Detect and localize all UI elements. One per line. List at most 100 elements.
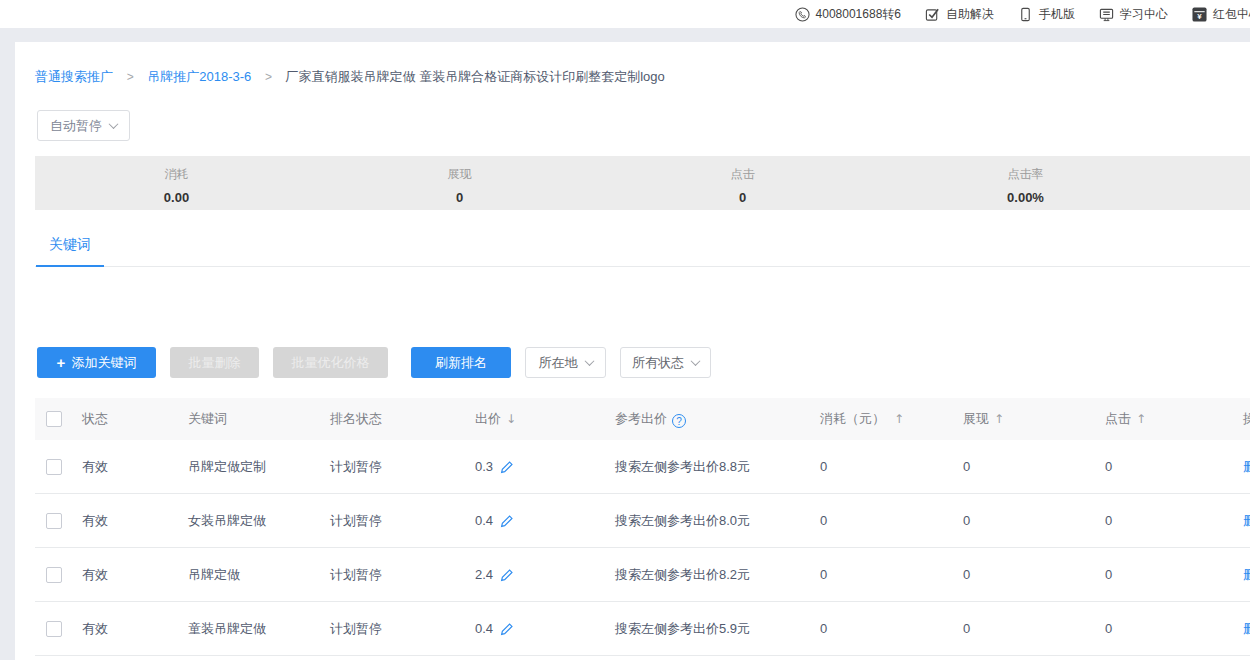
cell-rank-status: 计划暂停 (330, 566, 475, 584)
phone-number: 4008001688转6 (816, 6, 901, 23)
page-background: 普通搜索推广 > 吊牌推广2018-3-6 > 厂家直销服装吊牌定做 童装吊牌合… (0, 28, 1250, 660)
sort-desc-icon[interactable]: ↓ (506, 412, 516, 426)
auto-pause-dropdown[interactable]: 自动暂停 (37, 110, 130, 141)
breadcrumb-separator: > (265, 70, 272, 84)
toolbar: + 添加关键词 批量删除 批量优化价格 刷新排名 所在地 所有状态 (37, 347, 1250, 378)
edit-bid-icon[interactable] (500, 568, 514, 582)
svg-text:¥: ¥ (1197, 12, 1202, 21)
table-header-row: 状态 关键词 排名状态 出价↓ 参考出价? 消耗（元）↑ 展现↑ 点击↑ 操作 (35, 398, 1250, 440)
edit-bid-icon[interactable] (500, 514, 514, 528)
stat-cost: 消耗 0.00 (35, 156, 318, 210)
sort-asc-icon[interactable]: ↑ (1136, 412, 1146, 426)
red-packet-label: 红包中心 (1213, 6, 1250, 23)
cell-status: 有效 (82, 512, 188, 530)
row-checkbox[interactable] (46, 567, 62, 583)
select-all-checkbox[interactable] (46, 411, 62, 427)
chevron-down-icon (584, 356, 594, 366)
cell-ref-bid: 搜索左侧参考出价5.9元 (615, 620, 820, 638)
status-filter-label: 所有状态 (632, 354, 684, 372)
header-bid[interactable]: 出价↓ (475, 410, 615, 428)
stat-value: 0.00% (884, 190, 1167, 205)
keywords-table: 状态 关键词 排名状态 出价↓ 参考出价? 消耗（元）↑ 展现↑ 点击↑ 操作 … (35, 398, 1250, 656)
stat-ctr: 点击率 0.00% (884, 156, 1167, 210)
red-packet-link[interactable]: ¥ 红包中心 (1192, 6, 1250, 23)
cell-impressions: 0 (963, 621, 1105, 636)
tab-bar: 关键词 (35, 230, 1250, 267)
table-row: 有效 吊牌定做定制 计划暂停 0.3 搜索左侧参考出价8.8元 0 0 0 删除 (35, 440, 1250, 494)
mobile-version-link[interactable]: 手机版 (1018, 6, 1075, 23)
stat-value: 0 (318, 190, 601, 205)
plus-icon: + (57, 354, 66, 371)
delete-link[interactable]: 删除 (1243, 567, 1250, 582)
header-status: 状态 (82, 410, 188, 428)
breadcrumb-campaign-type[interactable]: 普通搜索推广 (35, 69, 113, 84)
sort-asc-icon[interactable]: ↑ (994, 412, 1004, 426)
breadcrumb-current-unit: 厂家直销服装吊牌定做 童装吊牌合格证商标设计印刷整套定制logo (286, 69, 665, 84)
cell-bid: 2.4 (475, 567, 493, 582)
cell-keyword: 吊牌定做定制 (188, 458, 330, 476)
cell-ref-bid: 搜索左侧参考出价8.0元 (615, 512, 820, 530)
location-filter-label: 所在地 (539, 354, 578, 372)
edit-bid-icon[interactable] (500, 460, 514, 474)
location-filter-dropdown[interactable]: 所在地 (525, 347, 606, 378)
cell-ref-bid: 搜索左侧参考出价8.8元 (615, 458, 820, 476)
cell-cost: 0 (820, 459, 963, 474)
phone-icon (795, 7, 810, 22)
delete-link[interactable]: 删除 (1243, 513, 1250, 528)
cell-impressions: 0 (963, 459, 1105, 474)
delete-link[interactable]: 删除 (1243, 621, 1250, 636)
help-icon[interactable]: ? (672, 414, 686, 428)
cell-impressions: 0 (963, 513, 1105, 528)
status-filter-dropdown[interactable]: 所有状态 (620, 347, 711, 378)
table-row: 有效 女装吊牌定做 计划暂停 0.4 搜索左侧参考出价8.0元 0 0 0 删除 (35, 494, 1250, 548)
cell-rank-status: 计划暂停 (330, 512, 475, 530)
header-cost[interactable]: 消耗（元）↑ (820, 410, 963, 428)
header-keyword: 关键词 (188, 410, 330, 428)
cell-status: 有效 (82, 620, 188, 638)
cell-status: 有效 (82, 458, 188, 476)
tab-keywords[interactable]: 关键词 (36, 234, 104, 267)
edit-bid-icon[interactable] (500, 622, 514, 636)
batch-delete-button[interactable]: 批量删除 (170, 347, 259, 378)
add-keyword-button[interactable]: + 添加关键词 (37, 347, 156, 378)
auto-pause-label: 自动暂停 (50, 117, 102, 135)
cell-bid: 0.4 (475, 513, 493, 528)
cell-keyword: 吊牌定做 (188, 566, 330, 584)
batch-optimize-price-button[interactable]: 批量优化价格 (273, 347, 388, 378)
breadcrumb: 普通搜索推广 > 吊牌推广2018-3-6 > 厂家直销服装吊牌定做 童装吊牌合… (15, 42, 1250, 86)
cell-ref-bid: 搜索左侧参考出价8.2元 (615, 566, 820, 584)
cell-keyword: 女装吊牌定做 (188, 512, 330, 530)
row-checkbox[interactable] (46, 459, 62, 475)
row-checkbox[interactable] (46, 621, 62, 637)
cell-status: 有效 (82, 566, 188, 584)
header-rank-status: 排名状态 (330, 410, 475, 428)
table-row: 有效 吊牌定做 计划暂停 2.4 搜索左侧参考出价8.2元 0 0 0 删除 (35, 548, 1250, 602)
sort-asc-icon[interactable]: ↑ (894, 412, 904, 426)
stat-label: 点击 (601, 166, 884, 183)
table-row: 有效 童装吊牌定做 计划暂停 0.4 搜索左侧参考出价5.9元 0 0 0 删除 (35, 602, 1250, 656)
cell-bid: 0.3 (475, 459, 493, 474)
row-checkbox[interactable] (46, 513, 62, 529)
header-impressions[interactable]: 展现↑ (963, 410, 1105, 428)
monitor-icon (1099, 7, 1114, 22)
header-clicks[interactable]: 点击↑ (1105, 410, 1243, 428)
breadcrumb-separator: > (127, 70, 134, 84)
learning-center-label: 学习中心 (1120, 6, 1168, 23)
stat-label: 点击率 (884, 166, 1167, 183)
breadcrumb-plan[interactable]: 吊牌推广2018-3-6 (147, 69, 251, 84)
self-help-label: 自助解决 (946, 6, 994, 23)
cell-cost: 0 (820, 621, 963, 636)
self-help-link[interactable]: 自助解决 (925, 6, 994, 23)
top-bar: 4008001688转6 自助解决 手机版 学习中心 ¥ 红包中心 (0, 0, 1250, 28)
chevron-down-icon (691, 356, 701, 366)
cell-clicks: 0 (1105, 567, 1243, 582)
add-keyword-label: 添加关键词 (71, 354, 136, 372)
learning-center-link[interactable]: 学习中心 (1099, 6, 1168, 23)
refresh-rank-button[interactable]: 刷新排名 (411, 347, 511, 378)
cell-clicks: 0 (1105, 513, 1243, 528)
cell-rank-status: 计划暂停 (330, 620, 475, 638)
cell-cost: 0 (820, 513, 963, 528)
delete-link[interactable]: 删除 (1243, 459, 1250, 474)
cell-clicks: 0 (1105, 459, 1243, 474)
stat-clicks: 点击 0 (601, 156, 884, 210)
